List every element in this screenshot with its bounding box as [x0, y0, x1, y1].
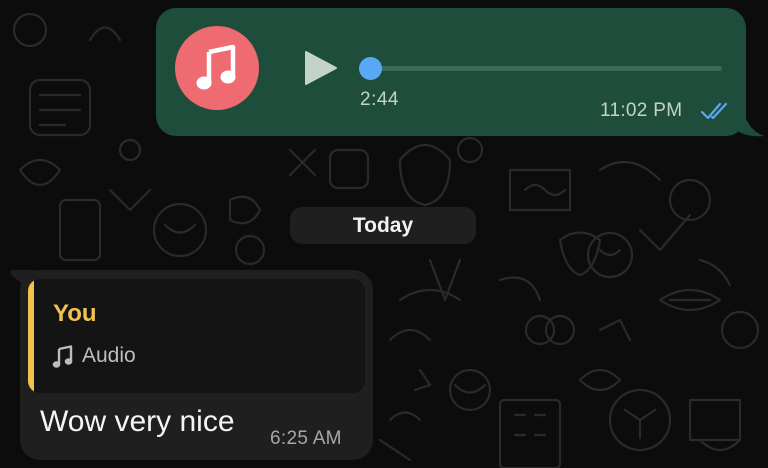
voice-duration: 2:44: [360, 89, 399, 110]
voice-progress-track[interactable]: [370, 66, 722, 71]
quote-author: You: [53, 300, 97, 327]
audio-avatar: [175, 26, 259, 110]
quoted-message[interactable]: You Audio: [28, 279, 365, 393]
chat-background: 2:44 11:02 PM Today You Audio Wow very n…: [0, 0, 768, 468]
outgoing-message-time: 11:02 PM: [600, 100, 683, 121]
incoming-message-time: 6:25 AM: [270, 428, 342, 449]
music-note-icon: [52, 345, 73, 368]
double-check-read-icon: [700, 102, 728, 120]
message-text: Wow very nice: [40, 405, 235, 438]
music-note-icon: [196, 44, 236, 90]
quote-accent-bar: [28, 279, 34, 393]
outgoing-bubble-tail: [730, 112, 764, 137]
date-divider: Today: [290, 207, 476, 244]
quote-label: Audio: [82, 344, 136, 367]
play-icon[interactable]: [302, 50, 338, 86]
voice-progress-knob[interactable]: [359, 57, 382, 80]
